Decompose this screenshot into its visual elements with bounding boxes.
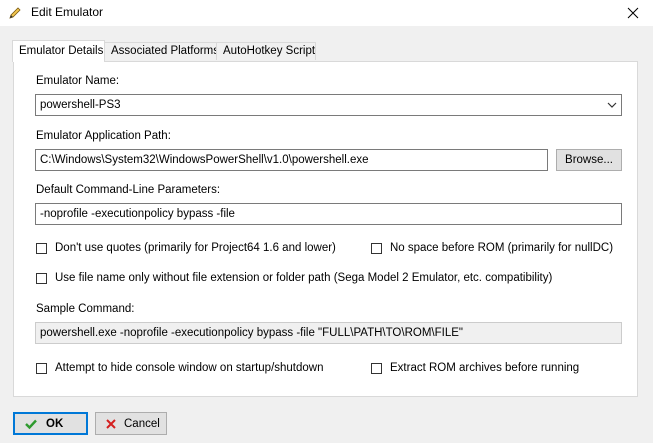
emulator-name-combo[interactable]: powershell-PS3 [35, 94, 622, 116]
no-space-before-rom-checkbox[interactable]: No space before ROM (primarily for nullD… [371, 242, 613, 254]
hide-console-checkbox[interactable]: Attempt to hide console window on startu… [36, 362, 324, 374]
hide-console-label: Attempt to hide console window on startu… [55, 362, 324, 374]
x-icon [106, 418, 116, 429]
cancel-label: Cancel [124, 417, 160, 430]
checkbox-box[interactable] [371, 362, 382, 374]
close-button[interactable] [613, 0, 653, 26]
title-bar: Edit Emulator [0, 0, 653, 26]
pencil-icon [9, 7, 21, 19]
checkmark-icon [25, 419, 37, 429]
emulator-name-value: powershell-PS3 [40, 99, 121, 111]
close-icon [627, 7, 639, 19]
file-name-only-checkbox[interactable]: Use file name only without file extensio… [36, 272, 552, 284]
cmd-params-label: Default Command-Line Parameters: [36, 184, 221, 196]
cancel-button[interactable]: Cancel [95, 412, 167, 435]
ok-button[interactable]: OK [13, 412, 88, 435]
app-path-input[interactable]: C:\Windows\System32\WindowsPowerShell\v1… [35, 149, 548, 171]
checkbox-box[interactable] [371, 242, 382, 254]
sample-command-field: powershell.exe -noprofile -executionpoli… [35, 322, 622, 344]
extract-rom-checkbox[interactable]: Extract ROM archives before running [371, 362, 579, 374]
checkbox-box[interactable] [36, 272, 47, 284]
tab-associated-platforms[interactable]: Associated Platforms [104, 42, 219, 60]
checkbox-box[interactable] [36, 242, 47, 254]
ok-label: OK [46, 417, 64, 430]
emulator-details-panel: Emulator Name: powershell-PS3 Emulator A… [13, 61, 638, 397]
dont-use-quotes-label: Don't use quotes (primarily for Project6… [55, 242, 336, 254]
extract-rom-label: Extract ROM archives before running [390, 362, 580, 374]
browse-button[interactable]: Browse... [556, 149, 622, 171]
checkbox-box[interactable] [36, 362, 47, 374]
tab-emulator-details[interactable]: Emulator Details [12, 40, 105, 62]
dont-use-quotes-checkbox[interactable]: Don't use quotes (primarily for Project6… [36, 242, 336, 254]
app-path-label: Emulator Application Path: [36, 130, 171, 142]
sample-command-label: Sample Command: [36, 303, 135, 315]
cmd-params-input[interactable]: -noprofile -executionpolicy bypass -file [35, 203, 622, 225]
window-title: Edit Emulator [31, 5, 104, 19]
chevron-down-icon[interactable] [607, 100, 617, 110]
file-name-only-label: Use file name only without file extensio… [55, 272, 553, 284]
tab-autohotkey-script[interactable]: AutoHotkey Script [216, 42, 316, 60]
no-space-before-rom-label: No space before ROM (primarily for nullD… [390, 242, 614, 254]
emulator-name-label: Emulator Name: [36, 75, 120, 87]
